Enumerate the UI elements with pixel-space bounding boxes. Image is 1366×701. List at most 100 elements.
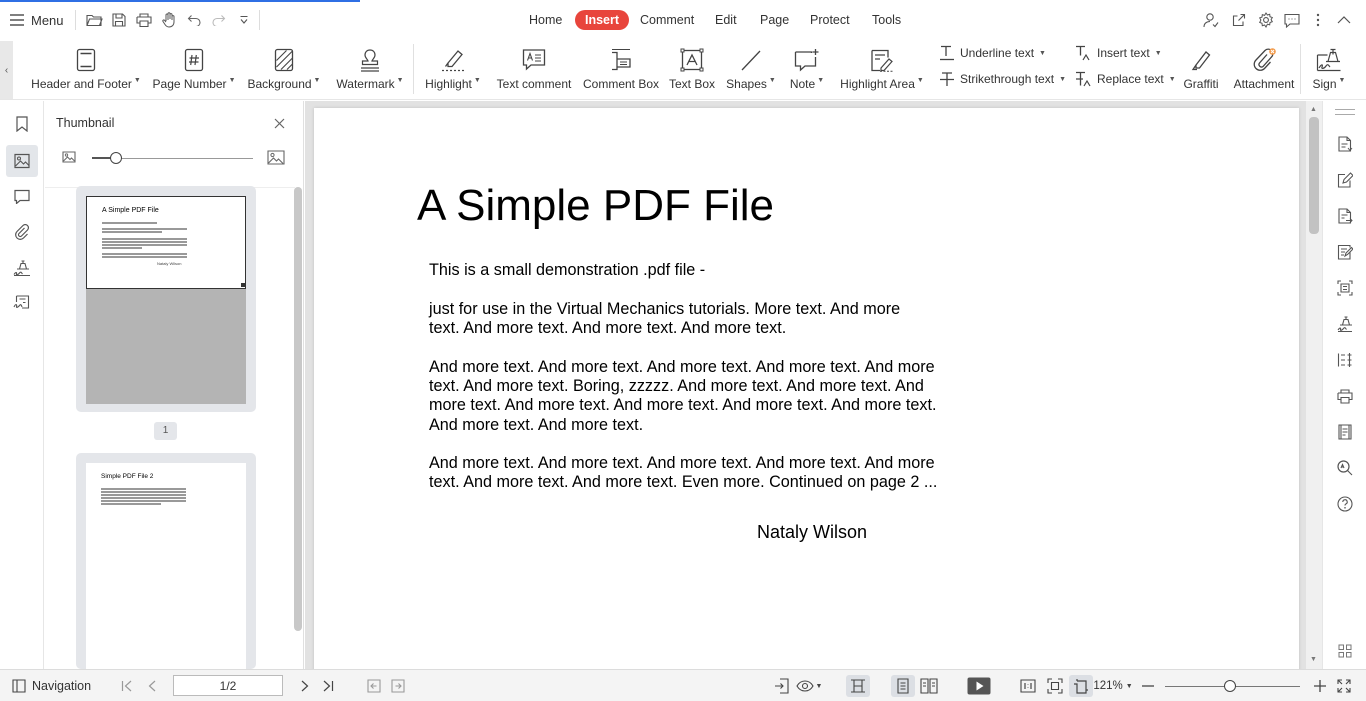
- attachment-icon[interactable]: [6, 216, 38, 248]
- enlarge-thumbnail-icon[interactable]: [267, 150, 285, 165]
- ocr-icon[interactable]: [1335, 278, 1355, 298]
- tab-insert[interactable]: Insert: [575, 10, 630, 30]
- shapes-button[interactable]: Shapes ▼: [725, 40, 777, 100]
- tab-home[interactable]: Home: [529, 10, 562, 30]
- highlight-area-button[interactable]: Highlight Area ▼: [838, 40, 926, 100]
- thumbnail-scrollbar[interactable]: [294, 187, 302, 631]
- eye-comfort-button[interactable]: ▼: [794, 675, 824, 697]
- page-number-button[interactable]: Page Number ▼: [152, 40, 236, 100]
- insert-text-button[interactable]: Insert text ▼: [1075, 44, 1162, 62]
- sign-icon: [1316, 40, 1342, 74]
- ribbon-scroll-left-button[interactable]: ‹: [0, 41, 13, 99]
- right-sidebar: [1322, 101, 1366, 669]
- sign-button[interactable]: Sign ▼: [1306, 40, 1352, 100]
- attachment-button[interactable]: Attachment: [1231, 40, 1297, 100]
- apps-grid-icon[interactable]: [1335, 641, 1355, 661]
- zoom-in-icon[interactable]: [1312, 675, 1328, 697]
- scroll-up-icon[interactable]: ▲: [1310, 106, 1317, 113]
- share-icon[interactable]: [1229, 10, 1249, 30]
- next-view-icon[interactable]: [389, 675, 407, 697]
- page-thumbnail[interactable]: Simple PDF File 2: [76, 453, 256, 669]
- play-presentation-icon[interactable]: [964, 675, 994, 697]
- navigation-panel-icon: [12, 679, 26, 693]
- first-page-icon[interactable]: [118, 675, 136, 697]
- underline-text-button[interactable]: Underline text ▼: [939, 44, 1046, 62]
- zoom-slider-handle[interactable]: [1223, 680, 1236, 692]
- tab-protect[interactable]: Protect: [810, 10, 850, 30]
- page-number-label: Page Number: [152, 77, 227, 91]
- export-pdf-icon[interactable]: [1335, 206, 1355, 226]
- strikethrough-text-label: Strikethrough text: [960, 72, 1055, 86]
- crop-page-icon[interactable]: [1335, 422, 1355, 442]
- insert-text-label: Insert text: [1097, 46, 1150, 60]
- more-icon[interactable]: [1308, 10, 1328, 30]
- certificate-icon[interactable]: [6, 287, 38, 319]
- sign-pdf-icon[interactable]: [1335, 314, 1355, 334]
- tab-page[interactable]: Page: [760, 10, 789, 30]
- watermark-icon: [358, 40, 382, 74]
- form-fill-icon[interactable]: [1335, 242, 1355, 262]
- two-page-icon[interactable]: [917, 675, 941, 697]
- document-scrollbar[interactable]: ▲ ▼: [1306, 101, 1322, 669]
- rotate-view-icon[interactable]: [1069, 675, 1093, 697]
- watermark-label: Watermark: [336, 77, 395, 91]
- scroll-down-icon[interactable]: ▼: [1310, 656, 1317, 663]
- zoom-dropdown[interactable]: 121% ▼: [1093, 675, 1133, 697]
- actual-size-icon[interactable]: [1016, 675, 1040, 697]
- document-signature: Nataly Wilson: [757, 522, 868, 542]
- comment-box-label: Comment Box: [582, 77, 660, 91]
- top-menu-bar: Menu Home Insert Comment Edit Page Prote…: [0, 0, 1366, 40]
- strikethrough-text-button[interactable]: Strikethrough text ▼: [939, 70, 1066, 88]
- fit-width-icon[interactable]: [1043, 675, 1067, 697]
- note-button[interactable]: Note ▼: [786, 40, 828, 100]
- replace-text-label: Replace text: [1097, 72, 1164, 86]
- thumbnail-size-slider-handle[interactable]: [110, 152, 123, 164]
- page-thumbnail[interactable]: A Simple PDF File Nataly Wilson: [76, 186, 256, 412]
- navigation-toggle-button[interactable]: Navigation: [12, 675, 91, 697]
- bookmark-icon[interactable]: [6, 108, 38, 140]
- header-and-footer-button[interactable]: Header and Footer ▼: [30, 40, 142, 100]
- print-icon[interactable]: [1335, 386, 1355, 406]
- thumbnail-page-title: Simple PDF File 2: [101, 473, 154, 480]
- fit-page-icon[interactable]: [772, 675, 792, 697]
- thumbnail-icon[interactable]: [6, 145, 38, 177]
- collapse-ribbon-icon[interactable]: [1334, 10, 1354, 30]
- compare-icon[interactable]: [1335, 350, 1355, 370]
- document-title: A Simple PDF File: [417, 181, 774, 230]
- scroll-mode-icon[interactable]: [846, 675, 870, 697]
- shrink-thumbnail-icon[interactable]: [62, 151, 76, 163]
- pdf-to-word-icon[interactable]: [1335, 134, 1355, 154]
- navigation-label: Navigation: [32, 679, 92, 693]
- replace-text-button[interactable]: Replace text ▼: [1075, 70, 1176, 88]
- ribbon-divider: [1300, 44, 1301, 94]
- edit-pdf-icon[interactable]: [1335, 170, 1355, 190]
- previous-view-icon[interactable]: [365, 675, 383, 697]
- help-icon[interactable]: [1335, 494, 1355, 514]
- tab-tools[interactable]: Tools: [872, 10, 901, 30]
- tab-comment[interactable]: Comment: [640, 10, 694, 30]
- next-page-icon[interactable]: [296, 675, 314, 697]
- previous-page-icon[interactable]: [143, 675, 161, 697]
- fullscreen-icon[interactable]: [1335, 675, 1353, 697]
- single-page-icon[interactable]: [891, 675, 915, 697]
- zoom-out-icon[interactable]: [1140, 675, 1156, 697]
- close-icon[interactable]: [271, 115, 287, 131]
- comment-icon[interactable]: [6, 180, 38, 212]
- text-box-button[interactable]: Text Box: [667, 40, 717, 100]
- tab-edit[interactable]: Edit: [715, 10, 737, 30]
- last-page-icon[interactable]: [319, 675, 337, 697]
- graffiti-button[interactable]: Graffiti: [1178, 40, 1224, 100]
- comment-box-button[interactable]: Comment Box: [582, 40, 660, 100]
- page-number-input[interactable]: [173, 675, 283, 696]
- signature-icon[interactable]: [6, 252, 38, 284]
- text-comment-button[interactable]: Text comment: [494, 40, 574, 100]
- highlight-button[interactable]: Highlight ▼: [421, 40, 485, 100]
- watermark-button[interactable]: Watermark ▼: [334, 40, 406, 100]
- search-icon[interactable]: [1335, 458, 1355, 478]
- scrollbar-thumb[interactable]: [1309, 117, 1319, 234]
- account-icon[interactable]: [1201, 10, 1221, 30]
- feedback-icon[interactable]: [1282, 10, 1302, 30]
- settings-icon[interactable]: [1256, 10, 1276, 30]
- background-button[interactable]: Background ▼: [245, 40, 323, 100]
- drag-handle[interactable]: [1335, 109, 1355, 115]
